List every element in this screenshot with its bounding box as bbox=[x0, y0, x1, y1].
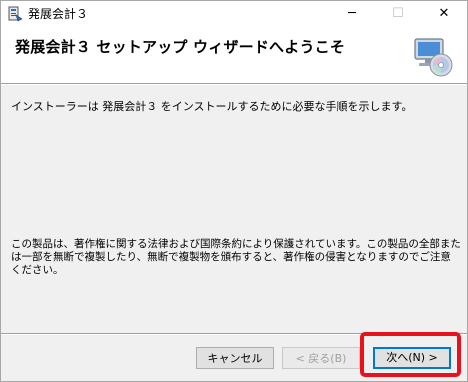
header-divider-highlight bbox=[1, 84, 467, 85]
close-button[interactable]: ✕ bbox=[421, 1, 467, 27]
maximize-button[interactable]: ☐ bbox=[375, 1, 421, 27]
cd-computer-icon bbox=[414, 38, 453, 77]
cancel-button[interactable]: キャンセル bbox=[196, 347, 274, 369]
minimize-button[interactable]: ─ bbox=[329, 1, 375, 27]
copyright-notice: この製品は、著作権に関する法律および国際条約により保護されています。この製品の全… bbox=[11, 238, 461, 276]
back-button[interactable]: < 戻る(B) bbox=[282, 347, 360, 369]
window-title: 発展会計３ bbox=[28, 7, 89, 21]
wizard-header: 発展会計３ セットアップ ウィザードへようこそ bbox=[1, 27, 467, 83]
title-bar: 発展会計３ ─ ☐ ✕ bbox=[1, 1, 467, 27]
next-button-highlight-box bbox=[360, 332, 461, 377]
page-title: 発展会計３ セットアップ ウィザードへようこそ bbox=[15, 38, 346, 56]
intro-text: インストーラーは 発展会計３ をインストールするために必要な手順を示します。 bbox=[11, 100, 413, 113]
installer-window: 発展会計３ ─ ☐ ✕ 発展会計３ セットアップ ウィザードへようこそ インスト… bbox=[0, 0, 468, 382]
installer-app-icon bbox=[8, 6, 23, 22]
